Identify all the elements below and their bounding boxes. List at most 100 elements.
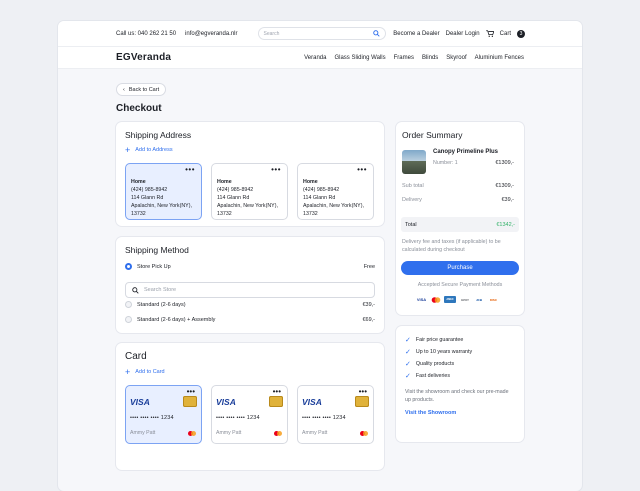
search-icon[interactable] bbox=[372, 30, 380, 37]
shipping-option-standard[interactable]: Standard (2-6 days) €39,- bbox=[125, 301, 375, 308]
payment-card[interactable]: ••• VISA •••• •••• •••• 1234 Ammy Patt bbox=[211, 385, 288, 444]
visa-icon: VISA bbox=[416, 297, 427, 302]
search-icon bbox=[132, 286, 139, 294]
subtotal-label: Sub total bbox=[402, 183, 424, 189]
store-search-placeholder: Search Store bbox=[144, 287, 177, 293]
check-icon: ✓ bbox=[405, 337, 411, 344]
check-icon: ✓ bbox=[405, 373, 411, 380]
add-address-button[interactable]: + Add to Address bbox=[125, 146, 173, 155]
mastercard-icon bbox=[274, 431, 283, 436]
app-frame: Call us: 040 262 21 50 info@egveranda.nl… bbox=[58, 21, 582, 491]
card-chip-icon bbox=[355, 396, 369, 407]
address-city: Apalachin, New York(NY), bbox=[217, 203, 278, 209]
address-phone: (424) 985-8942 bbox=[303, 187, 340, 193]
product-name[interactable]: Canopy Primeline Plus bbox=[433, 149, 498, 155]
back-to-cart-button[interactable]: ‹ Back to Cart bbox=[116, 83, 167, 96]
jcb-icon: JCB bbox=[475, 297, 482, 302]
back-to-cart-label: Back to Cart bbox=[128, 86, 160, 93]
address-city: Apalachin, New York(NY), bbox=[131, 203, 192, 209]
address-zip: 13732 bbox=[303, 211, 318, 217]
card-holder: Ammy Patt bbox=[302, 430, 328, 436]
guarantee-item: ✓ Quality products bbox=[405, 360, 454, 368]
assembly-price: €69,- bbox=[362, 316, 375, 323]
guarantee-label: Quality products bbox=[415, 361, 455, 367]
visit-showroom-link[interactable]: Visit the Showroom bbox=[405, 410, 456, 416]
check-icon: ✓ bbox=[405, 361, 411, 368]
guarantee-label: Fast deliveries bbox=[415, 373, 451, 379]
shipping-option-assembly[interactable]: Standard (2-6 days) + Assembly €69,- bbox=[125, 316, 375, 323]
payment-card[interactable]: ••• VISA •••• •••• •••• 1234 Ammy Patt bbox=[297, 385, 374, 444]
more-options-icon[interactable]: ••• bbox=[271, 166, 281, 174]
become-dealer-link[interactable]: Become a Dealer bbox=[393, 31, 439, 37]
google-pay-icon: GPAY bbox=[460, 297, 469, 302]
total-label: Total bbox=[405, 221, 417, 228]
guarantee-item: ✓ Fast deliveries bbox=[405, 372, 450, 380]
add-card-label: Add to Card bbox=[135, 369, 165, 375]
address-card[interactable]: ••• Home (424) 985-8942 114 Glann Rd Apa… bbox=[125, 163, 202, 220]
nav-item-blinds[interactable]: Blinds bbox=[422, 55, 438, 61]
add-address-label: Add to Address bbox=[135, 147, 173, 153]
mastercard-icon bbox=[430, 296, 441, 303]
store-search-input[interactable]: Search Store bbox=[125, 282, 375, 298]
add-card-button[interactable]: + Add to Card bbox=[125, 367, 165, 377]
assembly-label: Standard (2-6 days) + Assembly bbox=[137, 316, 216, 323]
address-name: Home bbox=[131, 179, 146, 185]
payment-card[interactable]: ••• VISA •••• •••• •••• 1234 Ammy Patt bbox=[125, 385, 202, 444]
address-zip: 13732 bbox=[131, 211, 146, 217]
address-phone: (424) 985-8942 bbox=[131, 187, 168, 193]
visa-logo: VISA bbox=[216, 397, 236, 407]
nav-item-aluminium-fences[interactable]: Aluminium Fences bbox=[475, 55, 524, 61]
pickup-price: Free bbox=[363, 263, 375, 270]
purchase-button[interactable]: Purchase bbox=[401, 261, 519, 275]
address-city: Apalachin, New York(NY), bbox=[303, 203, 364, 209]
card-section-title: Card bbox=[125, 351, 147, 362]
address-name: Home bbox=[217, 179, 232, 185]
product-number: Number: 1 bbox=[433, 160, 458, 166]
product-price: €1309,- bbox=[495, 160, 514, 166]
visa-logo: VISA bbox=[302, 397, 322, 407]
mastercard-icon bbox=[188, 431, 197, 436]
phone-link[interactable]: Call us: 040 262 21 50 bbox=[116, 31, 176, 37]
card-number: •••• •••• •••• 1234 bbox=[216, 415, 260, 421]
mastercard-icon bbox=[360, 431, 369, 436]
radio-unselected[interactable] bbox=[125, 301, 132, 308]
pickup-label: Store Pick Up bbox=[137, 263, 171, 270]
address-name: Home bbox=[303, 179, 318, 185]
nav-item-glass-sliding-walls[interactable]: Glass Sliding Walls bbox=[334, 55, 385, 61]
email-link[interactable]: info@egveranda.nlr bbox=[185, 31, 237, 37]
more-options-icon[interactable]: ••• bbox=[187, 387, 195, 396]
plus-icon: + bbox=[125, 367, 131, 377]
visa-logo: VISA bbox=[130, 397, 150, 407]
address-card[interactable]: ••• Home (424) 985-8942 114 Glann Rd Apa… bbox=[211, 163, 288, 220]
address-street: 114 Glann Rd bbox=[217, 195, 250, 201]
nav-item-veranda[interactable]: Veranda bbox=[304, 55, 326, 61]
cart-icon[interactable] bbox=[485, 30, 494, 37]
search-placeholder: Search bbox=[263, 30, 280, 37]
radio-unselected[interactable] bbox=[125, 316, 132, 323]
check-icon: ✓ bbox=[405, 349, 411, 356]
address-card[interactable]: ••• Home (424) 985-8942 114 Glann Rd Apa… bbox=[297, 163, 374, 220]
main-navbar: EGVeranda Veranda Glass Sliding Walls Fr… bbox=[58, 47, 582, 69]
dealer-login-link[interactable]: Dealer Login bbox=[446, 31, 480, 37]
more-options-icon[interactable]: ••• bbox=[273, 387, 281, 396]
payment-card-section: Card + Add to Card ••• VISA •••• •••• ••… bbox=[116, 343, 384, 470]
search-input[interactable]: Search bbox=[257, 27, 386, 40]
cart-link[interactable]: Cart bbox=[500, 31, 511, 37]
product-thumbnail bbox=[402, 150, 426, 174]
shipping-option-pickup[interactable]: Store Pick Up Free bbox=[125, 263, 375, 270]
radio-selected[interactable] bbox=[125, 263, 132, 270]
nav-item-skyroof[interactable]: Skyroof bbox=[446, 55, 466, 61]
chevron-left-icon: ‹ bbox=[123, 86, 125, 93]
shipping-address-card: Shipping Address + Add to Address ••• Ho… bbox=[116, 122, 384, 226]
logo[interactable]: EGVeranda bbox=[116, 52, 171, 63]
more-options-icon[interactable]: ••• bbox=[357, 166, 367, 174]
guarantee-item: ✓ Fair price guarantee bbox=[405, 336, 463, 344]
shipping-address-title: Shipping Address bbox=[125, 130, 192, 140]
more-options-icon[interactable]: ••• bbox=[185, 166, 195, 174]
address-zip: 13732 bbox=[217, 211, 232, 217]
more-options-icon[interactable]: ••• bbox=[359, 387, 367, 396]
shipping-method-card: Shipping Method Store Pick Up Free Searc… bbox=[116, 237, 384, 333]
nav-item-frames[interactable]: Frames bbox=[394, 55, 414, 61]
amex-icon: AMEX bbox=[444, 296, 456, 303]
total-value: €1342,- bbox=[496, 221, 515, 228]
